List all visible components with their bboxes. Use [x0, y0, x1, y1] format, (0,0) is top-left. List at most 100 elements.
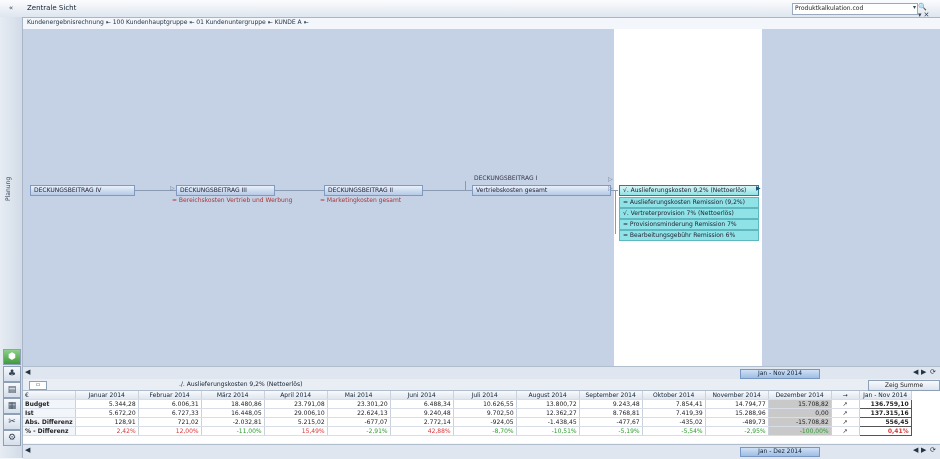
trend-arrow-icon[interactable]: ↗ — [831, 399, 860, 409]
value-cell[interactable]: 6.006,31 — [138, 399, 202, 409]
month-header[interactable]: Februar 2014 — [138, 391, 202, 400]
month-header[interactable]: Juli 2014 — [453, 391, 517, 400]
tools-icon[interactable]: ✂ — [3, 414, 21, 430]
value-cell[interactable]: 2,42% — [75, 426, 139, 436]
table-row: Budget 5.344,28 6.006,31 18.480,86 23.791,08… — [23, 399, 912, 409]
node-item-0[interactable]: √. Auslieferungskosten 9,2% (Nettoerlös) — [619, 185, 759, 196]
value-cell[interactable]: 18.480,86 — [201, 399, 265, 409]
sidebar-planning-label[interactable]: Planung — [5, 165, 17, 213]
file-select[interactable]: Produktkalkulation.cod ▾ — [792, 3, 918, 15]
settings-icon[interactable]: ⚙ — [3, 430, 21, 446]
value-cell[interactable]: 9.702,50 — [453, 408, 517, 418]
month-header[interactable]: Dezember 2014 — [768, 391, 832, 400]
scroll-left-icon[interactable]: ◀ — [913, 446, 918, 454]
scroll-left-icon[interactable]: ◀ — [25, 446, 30, 454]
value-cell[interactable]: 29.006,10 — [264, 408, 328, 418]
value-cell[interactable]: 14.794,77 — [705, 399, 769, 409]
value-cell[interactable]: 15.708,82 — [768, 399, 832, 409]
month-header[interactable]: Oktober 2014 — [642, 391, 706, 400]
calendar-icon[interactable]: ⟳ — [930, 446, 936, 454]
table-icon[interactable]: ▤ — [3, 382, 21, 398]
value-cell[interactable]: 23.301,20 — [327, 399, 391, 409]
node-db4[interactable]: DECKUNGSBEITRAG IV — [30, 185, 135, 196]
node-item-3[interactable]: = Provisionsminderung Remission 7% — [619, 219, 759, 230]
trend-arrow-icon[interactable]: ↗ — [831, 408, 860, 418]
value-cell[interactable]: -100,00% — [768, 426, 832, 436]
value-cell[interactable]: -10,51% — [516, 426, 580, 436]
breadcrumb[interactable]: Kundenergebnisrechnung ⇤ 100 Kundenhaupt… — [27, 17, 940, 28]
value-cell[interactable]: -8,70% — [453, 426, 517, 436]
value-cell[interactable]: 7.854,41 — [642, 399, 706, 409]
breadcrumb-path[interactable]: Kundenergebnisrechnung ⇤ 100 Kundenhaupt… — [27, 19, 309, 26]
value-cell[interactable]: -1.438,45 — [516, 417, 580, 427]
value-cell[interactable]: 13.800,72 — [516, 399, 580, 409]
tree-icon[interactable]: ♣ — [3, 366, 21, 382]
value-cell[interactable]: -11,00% — [201, 426, 265, 436]
value-cell[interactable]: 15.288,96 — [705, 408, 769, 418]
value-cell[interactable]: 16.448,05 — [201, 408, 265, 418]
month-header[interactable]: März 2014 — [201, 391, 265, 400]
collapse-sidebar-icon[interactable]: « — [0, 0, 22, 17]
month-header[interactable]: August 2014 — [516, 391, 580, 400]
node-item-4[interactable]: = Bearbeitungsgebühr Remission 6% — [619, 230, 759, 241]
value-cell[interactable]: -489,73 — [705, 417, 769, 427]
value-cell[interactable]: -924,05 — [453, 417, 517, 427]
value-cell[interactable]: 6.488,34 — [390, 399, 454, 409]
calendar-icon[interactable]: ⟳ — [930, 368, 936, 376]
range-slider-top[interactable]: Jan - Nov 2014 — [740, 369, 820, 379]
scroll-right-icon[interactable]: ▶ — [921, 446, 926, 454]
range-header: Jan - Nov 2014 — [859, 391, 912, 400]
value-cell[interactable]: -2,95% — [705, 426, 769, 436]
scroll-left-icon[interactable]: ◀ — [913, 368, 918, 376]
value-cell[interactable]: 23.791,08 — [264, 399, 328, 409]
value-cell[interactable]: 12,00% — [138, 426, 202, 436]
value-cell[interactable]: -2.032,81 — [201, 417, 265, 427]
chevron-down-icon[interactable]: ▾ — [913, 4, 916, 11]
value-cell[interactable]: 5.672,20 — [75, 408, 139, 418]
report-icon[interactable]: ▦ — [3, 398, 21, 414]
month-header[interactable]: September 2014 — [579, 391, 643, 400]
node-db3[interactable]: DECKUNGSBEITRAG III — [176, 185, 275, 196]
value-cell[interactable]: 22.624,13 — [327, 408, 391, 418]
show-sum-button[interactable]: Zeig Summe — [868, 380, 940, 391]
values-table: € Januar 2014 Februar 2014 März 2014 April … — [23, 391, 912, 436]
month-header[interactable]: November 2014 — [705, 391, 769, 400]
value-cell[interactable]: 0,00 — [768, 408, 832, 418]
scroll-right-icon[interactable]: ▶ — [921, 368, 926, 376]
node-db1[interactable]: Vertriebskosten gesamt — [472, 185, 611, 196]
scroll-left-icon[interactable]: ◀ — [25, 368, 30, 376]
trend-arrow-icon[interactable]: ↗ — [831, 426, 860, 436]
range-slider-bottom[interactable]: Jan - Dez 2014 — [740, 447, 820, 457]
value-cell[interactable]: 2.772,14 — [390, 417, 454, 427]
value-cell[interactable]: -677,07 — [327, 417, 391, 427]
value-cell[interactable]: 5.215,02 — [264, 417, 328, 427]
month-header[interactable]: April 2014 — [264, 391, 328, 400]
value-cell[interactable]: 9.243,48 — [579, 399, 643, 409]
value-cell[interactable]: 15,49% — [264, 426, 328, 436]
value-cell[interactable]: 12.362,27 — [516, 408, 580, 418]
month-header[interactable]: Januar 2014 — [75, 391, 139, 400]
value-cell[interactable]: -477,67 — [579, 417, 643, 427]
value-cell[interactable]: 7.419,39 — [642, 408, 706, 418]
trend-arrow-icon[interactable]: ↗ — [831, 417, 860, 427]
value-cell[interactable]: -2,91% — [327, 426, 391, 436]
node-db2[interactable]: DECKUNGSBEITRAG II — [324, 185, 423, 196]
month-header[interactable]: Juni 2014 — [390, 391, 454, 400]
chart-icon[interactable]: ⬢ — [3, 349, 21, 365]
value-cell[interactable]: -435,02 — [642, 417, 706, 427]
node-item-2[interactable]: √. Vertreterprovision 7% (Nettoerlös) — [619, 208, 759, 219]
node-item-1[interactable]: = Auslieferungskosten Remission (9,2%) — [619, 197, 759, 208]
value-cell[interactable]: -15.708,82 — [768, 417, 832, 427]
value-cell[interactable]: 5.344,28 — [75, 399, 139, 409]
value-cell[interactable]: 42,88% — [390, 426, 454, 436]
value-cell[interactable]: -5,19% — [579, 426, 643, 436]
value-cell[interactable]: 10.626,55 — [453, 399, 517, 409]
grid-view-toggle[interactable]: ▭ — [29, 381, 47, 390]
value-cell[interactable]: 6.727,33 — [138, 408, 202, 418]
value-cell[interactable]: 128,91 — [75, 417, 139, 427]
value-cell[interactable]: 8.768,81 — [579, 408, 643, 418]
value-cell[interactable]: 9.240,48 — [390, 408, 454, 418]
value-cell[interactable]: -5,54% — [642, 426, 706, 436]
month-header[interactable]: Mai 2014 — [327, 391, 391, 400]
value-cell[interactable]: 721,02 — [138, 417, 202, 427]
